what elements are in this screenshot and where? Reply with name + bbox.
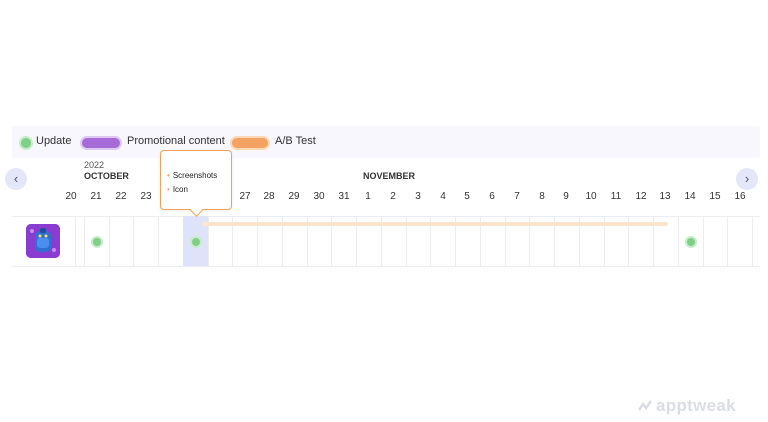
grid-column: [109, 216, 110, 266]
promotional-legend-pill: [80, 136, 122, 150]
ab-test-legend-pill: [230, 136, 270, 150]
update-marker[interactable]: [685, 236, 697, 248]
day-label: 28: [263, 191, 275, 202]
grid-column: [752, 216, 753, 266]
day-label: 10: [585, 191, 597, 202]
grid-column: [703, 216, 704, 266]
year-label: 2022: [84, 160, 105, 170]
day-label: 23: [140, 191, 152, 202]
grid-column: [678, 216, 679, 266]
day-label: 9: [563, 191, 569, 202]
day-label: 1: [365, 191, 371, 202]
ab-test-legend-label: A/B Test: [275, 135, 316, 147]
day-label: 15: [709, 191, 721, 202]
day-label: 7: [514, 191, 520, 202]
legend-bar: Update Promotional content A/B Test: [12, 126, 760, 158]
event-tooltip: • Screenshots • Icon: [160, 150, 232, 210]
day-label: 21: [90, 191, 102, 202]
grid-column: [75, 216, 76, 266]
app-icon[interactable]: [26, 224, 60, 258]
apptweak-logo-icon: [638, 400, 652, 411]
previous-button[interactable]: ‹: [5, 168, 27, 190]
day-label: 31: [338, 191, 350, 202]
month-label-november: NOVEMBER: [363, 171, 416, 181]
day-label: 22: [115, 191, 127, 202]
chevron-left-icon: ‹: [13, 171, 19, 186]
day-label: 12: [635, 191, 647, 202]
day-label: 8: [539, 191, 545, 202]
grid-column: [133, 216, 134, 266]
grid-column: [84, 216, 85, 266]
day-label: 4: [440, 191, 446, 202]
bullet-icon: •: [167, 185, 170, 194]
tooltip-item: • Screenshots: [167, 171, 217, 180]
day-label: 3: [415, 191, 421, 202]
watermark-text: apptweak: [656, 396, 736, 415]
day-label: 16: [734, 191, 746, 202]
day-label: 20: [65, 191, 77, 202]
backpack-app-icon: [26, 224, 60, 258]
month-label-october: OCTOBER: [84, 171, 129, 181]
day-label: 29: [288, 191, 300, 202]
grid-line-top: [12, 216, 760, 217]
grid-column: [727, 216, 728, 266]
day-label: 30: [313, 191, 325, 202]
grid-line-bottom: [12, 266, 760, 267]
day-label: 27: [239, 191, 251, 202]
timeline: 2022 OCTOBER NOVEMBER 20 21 22 23 24 25 …: [12, 158, 760, 268]
day-label: 14: [684, 191, 696, 202]
update-marker[interactable]: [190, 236, 202, 248]
update-legend-dot: [19, 136, 33, 150]
day-label: 11: [610, 191, 622, 202]
day-label: 2: [390, 191, 396, 202]
next-button[interactable]: ›: [736, 168, 758, 190]
promotional-legend-label: Promotional content: [127, 135, 225, 147]
ab-test-bar[interactable]: [202, 222, 668, 226]
chevron-right-icon: ›: [744, 171, 750, 186]
update-marker[interactable]: [91, 236, 103, 248]
grid-column: [158, 216, 159, 266]
day-label: 13: [659, 191, 671, 202]
bullet-icon: •: [167, 171, 170, 180]
tooltip-item: • Icon: [167, 185, 188, 194]
update-legend-label: Update: [36, 135, 72, 147]
day-label: 5: [464, 191, 470, 202]
apptweak-watermark: apptweak: [638, 396, 736, 416]
tooltip-item-label: Icon: [172, 185, 188, 194]
tooltip-item-label: Screenshots: [172, 171, 218, 180]
day-label: 6: [489, 191, 495, 202]
